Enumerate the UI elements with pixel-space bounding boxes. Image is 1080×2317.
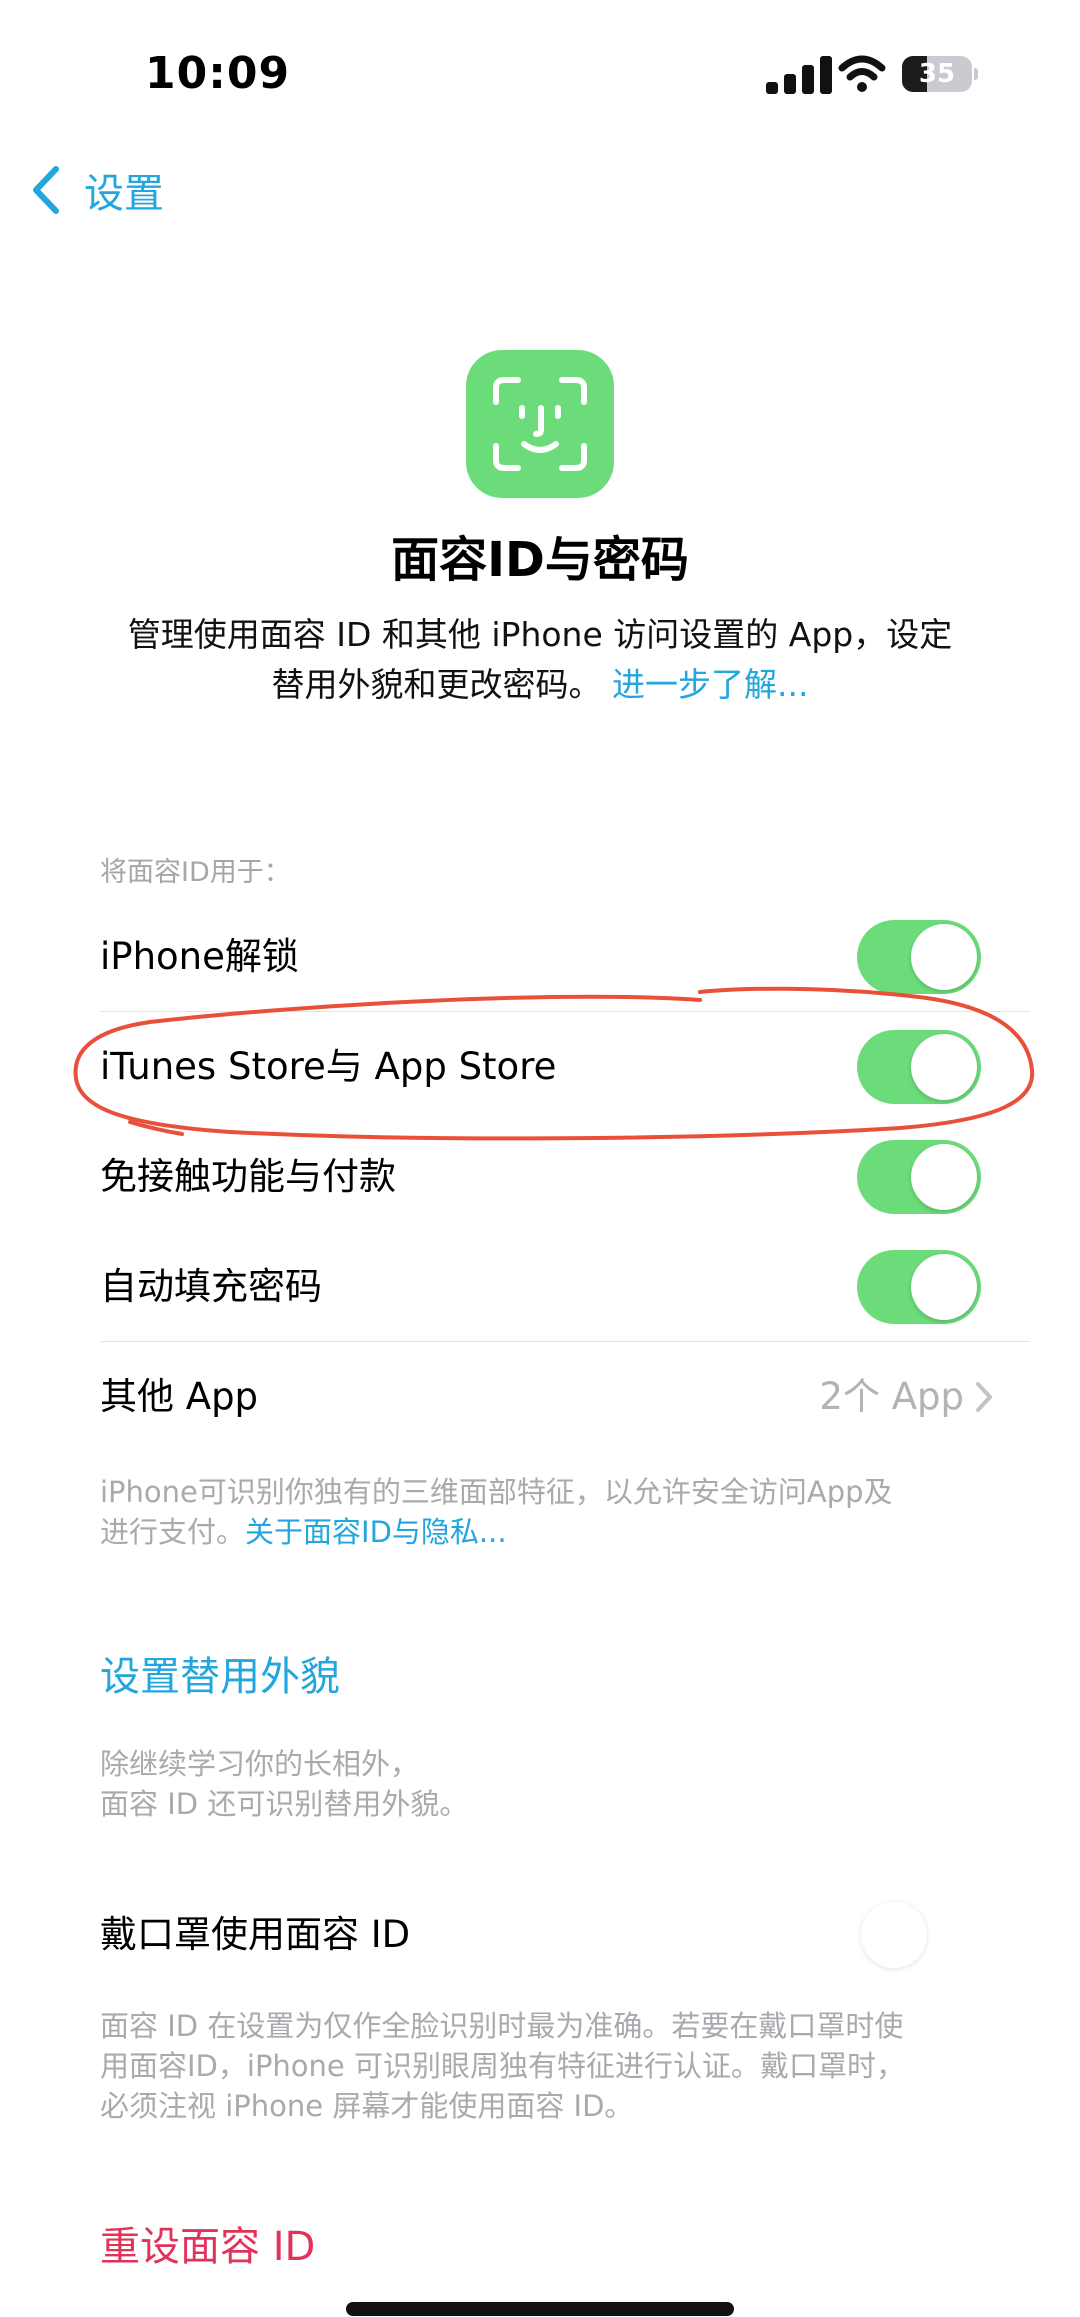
row-label: iTunes Store与 App Store [100, 1045, 557, 1088]
row-password-autofill: 自动填充密码 [100, 1232, 1030, 1342]
row-label: 免接触功能与付款 [100, 1155, 396, 1198]
row-itunes-app-store: iTunes Store与 App Store [100, 1012, 1030, 1122]
face-id-footnote: iPhone可识别你独有的三维面部特征，以允许安全访问App及 进行支付。关于面… [100, 1472, 1000, 1552]
other-apps-count: 2个 App [819, 1375, 964, 1418]
row-iphone-unlock: iPhone解锁 [100, 902, 1030, 1012]
home-indicator [346, 2302, 734, 2316]
footnote-line: 必须注视 iPhone 屏幕才能使用面容 ID。 [100, 2089, 634, 2123]
footnote-line: 面容 ID 还可识别替用外貌。 [100, 1787, 469, 1821]
battery-percent: 35 [918, 59, 956, 89]
alternate-appearance-footnote: 除继续学习你的长相外， 面容 ID 还可识别替用外貌。 [100, 1744, 1000, 1824]
status-time: 10:09 [145, 48, 291, 99]
cellular-signal-icon [766, 56, 832, 94]
itunes-app-store-toggle[interactable] [857, 1030, 981, 1104]
row-other-apps[interactable]: 其他 App 2个 App [100, 1342, 1030, 1452]
iphone-unlock-toggle[interactable] [857, 920, 981, 994]
row-label: 其他 App [100, 1375, 259, 1418]
battery-indicator: 35 [902, 56, 978, 92]
contactless-payment-toggle[interactable] [857, 1140, 981, 1214]
set-alternate-appearance-button[interactable]: 设置替用外貌 [100, 1644, 340, 1702]
footnote-line: 进行支付。 [100, 1515, 246, 1549]
row-face-id-with-mask: 戴口罩使用面容 ID [100, 1880, 1030, 1990]
wifi-icon [838, 55, 886, 92]
footnote-line: 面容 ID 在设置为仅作全脸识别时最为准确。若要在戴口罩时使 [100, 2009, 904, 2043]
row-contactless-payment: 免接触功能与付款 [100, 1122, 1030, 1232]
footnote-line: 用面容ID，iPhone 可识别眼周独有特征进行认证。戴口罩时， [100, 2049, 905, 2083]
page-description-line1: 管理使用面容 ID 和其他 iPhone 访问设置的 App，设定 [127, 615, 953, 654]
face-id-with-mask-toggle[interactable] [857, 1898, 981, 1972]
back-button-label: 设置 [84, 171, 164, 217]
mask-footnote: 面容 ID 在设置为仅作全脸识别时最为准确。若要在戴口罩时使 用面容ID，iPh… [100, 2006, 1000, 2126]
page-description-line2: 替用外貌和更改密码。 [271, 665, 602, 704]
page-title: 面容ID与密码 [391, 532, 689, 588]
footnote-line: iPhone可识别你独有的三维面部特征，以允许安全访问App及 [100, 1475, 893, 1509]
page-description: 管理使用面容 ID 和其他 iPhone 访问设置的 App，设定 替用外貌和更… [90, 610, 990, 710]
reset-face-id-button[interactable]: 重设面容 ID [100, 2214, 315, 2272]
footnote-line: 除继续学习你的长相外， [100, 1747, 420, 1781]
row-label: 戴口罩使用面容 ID [100, 1913, 411, 1956]
back-button[interactable]: 设置 [28, 160, 164, 220]
face-id-icon [466, 350, 614, 498]
password-autofill-toggle[interactable] [857, 1250, 981, 1324]
chevron-right-icon [976, 1382, 992, 1412]
chevron-left-icon [33, 166, 59, 214]
section-header: 将面容ID用于： [100, 857, 291, 888]
learn-more-link[interactable]: 进一步了解... [612, 665, 808, 704]
face-id-privacy-link[interactable]: 关于面容ID与隐私... [245, 1515, 507, 1549]
row-label: iPhone解锁 [100, 935, 299, 978]
row-label: 自动填充密码 [100, 1265, 322, 1308]
